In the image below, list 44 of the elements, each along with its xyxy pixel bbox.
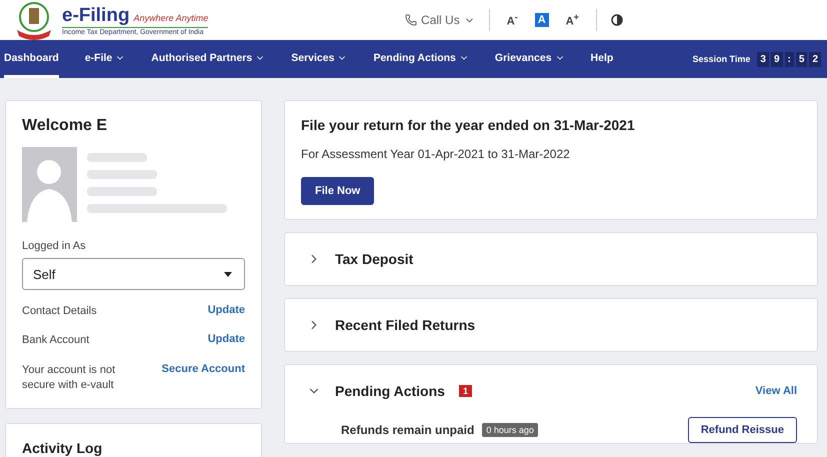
section-title: Pending Actions xyxy=(335,383,445,399)
phone-icon xyxy=(405,14,418,26)
count-badge: 1 xyxy=(458,385,472,397)
dropdown-caret-icon xyxy=(224,272,232,276)
profile-row-label: Your account is not secure with e-vault xyxy=(22,362,116,394)
profile-row-label: Contact Details xyxy=(22,304,97,319)
logo-tagline: Anywhere Anytime xyxy=(134,12,208,22)
session-time-label: Session Time xyxy=(692,54,750,64)
nav-item[interactable]: Services xyxy=(291,40,348,78)
profile-action-link[interactable]: Secure Account xyxy=(162,362,245,375)
session-timer-digit: 2 xyxy=(809,52,821,66)
activity-log-title: Activity Log xyxy=(22,440,102,456)
contrast-icon[interactable] xyxy=(611,14,623,26)
nav-item[interactable]: e-File xyxy=(84,40,126,78)
file-now-button[interactable]: File Now xyxy=(301,177,374,205)
profile-row-label: Bank Account xyxy=(22,333,90,348)
nav-item[interactable]: Authorised Partners xyxy=(151,40,266,78)
nav-item[interactable]: Pending Actions xyxy=(373,40,469,78)
session-timer-digit: 9 xyxy=(770,52,783,66)
logo-title: e-Filing xyxy=(62,4,130,26)
logged-in-select[interactable]: Self xyxy=(22,258,245,290)
assessment-year-text: For Assessment Year 01-Apr-2021 to 31-Mar-2022 xyxy=(301,147,570,161)
profile-action-link[interactable]: Update xyxy=(208,304,245,316)
session-timer-digit: 5 xyxy=(796,52,808,66)
nav-item[interactable]: Grievances xyxy=(494,40,565,78)
section-title: Tax Deposit xyxy=(335,251,414,267)
nav-item[interactable]: Dashboard xyxy=(4,40,59,78)
font-size-button[interactable]: A$^{-}$ xyxy=(504,11,521,29)
welcome-heading: Welcome E xyxy=(22,117,108,135)
profile-action-link[interactable]: Update xyxy=(208,333,245,346)
time-tag: 0 hours ago xyxy=(482,423,538,437)
refund-reissue-button[interactable]: Refund Reissue xyxy=(688,417,797,443)
font-size-button[interactable]: A$^{+}$ xyxy=(562,11,582,29)
file-return-title: File your return for the year ended on 31-Mar-2021 xyxy=(301,117,635,133)
pending-item-text: Refunds remain unpaid xyxy=(341,423,474,437)
view-all-link[interactable]: View All xyxy=(755,385,797,397)
nav-item[interactable]: Help xyxy=(590,40,614,78)
font-size-button[interactable]: A xyxy=(534,13,549,27)
call-us-button[interactable]: Call Us xyxy=(405,13,475,27)
section-title: Recent Filed Returns xyxy=(335,317,476,333)
session-timer-digit: 3 xyxy=(757,52,769,66)
logged-in-label: Logged in As xyxy=(22,240,87,252)
emblem-logo xyxy=(14,0,54,40)
session-timer-digit: : xyxy=(784,52,794,66)
